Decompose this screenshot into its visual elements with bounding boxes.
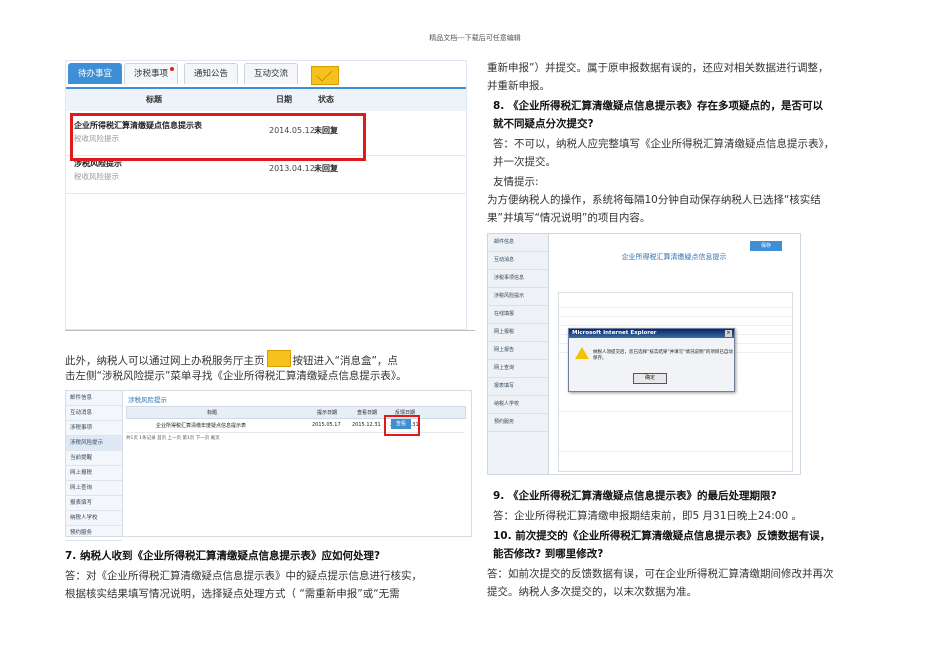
sidebar-item[interactable]: 当前提醒 — [66, 451, 122, 466]
question-8b: 就不同疑点分次提交? — [493, 118, 594, 130]
para-line: 此外，纳税人可以通过网上办税服务厅主页 按钮进入“消息盒”，点 — [65, 350, 398, 370]
mail-icon[interactable] — [311, 66, 339, 85]
col-status: 状态 — [318, 95, 334, 104]
answer-7b: 根据核实结果填写情况说明，选择疑点处理方式（ “需重新申报”或“无需 — [65, 588, 400, 600]
sidebar-item[interactable]: 网上报告 — [488, 342, 548, 360]
right-para-1: 重新申报”）并提交。属于原申报数据有误的，还应对相关数据进行调整， — [487, 62, 829, 74]
tab-notices[interactable]: 通知公告 — [184, 63, 238, 84]
question-10a: 10. 前次提交的《企业所得税汇算清缴疑点信息提示表》反馈数据有误， — [493, 530, 831, 542]
row-date: 2015.12.31 — [352, 422, 381, 428]
sidebar-item[interactable]: 纳税人学校 — [488, 396, 548, 414]
col-title: 标题 — [146, 95, 162, 104]
sidebar-item[interactable]: 涉税风险提示 — [488, 288, 548, 306]
tab-interaction[interactable]: 互动交流 — [244, 63, 298, 84]
para-2: 击左侧“涉税风险提示”菜单寻找《企业所得税汇算清缴疑点信息提示表》。 — [65, 370, 407, 382]
answer-10a: 答：如前次提交的反馈数据有误，可在企业所得税汇算清缴期间修改并再次 — [487, 568, 834, 580]
table-header: 标题 日期 状态 — [66, 87, 466, 111]
sidebar-item[interactable]: 预约服务 — [488, 414, 548, 432]
sidebar-item-active[interactable]: 涉税风险提示 — [66, 436, 122, 451]
tab-bar: 待办事宜 涉税事项 通知公告 互动交流 — [66, 61, 466, 87]
notification-dot-icon — [170, 67, 174, 71]
highlight-box — [70, 113, 366, 161]
panel-title: 涉税风险提示 — [128, 396, 167, 404]
row-sub: 税收风险提示 — [74, 172, 119, 181]
dialog-title: Microsoft Internet Explorer — [569, 329, 734, 338]
form-row — [559, 317, 792, 326]
sidebar-item[interactable]: 邮件信息 — [66, 391, 122, 406]
col-tip-date: 提示日期 — [317, 410, 338, 416]
answer-8b: 并一次提交。 — [493, 156, 556, 168]
para-1b: 按钮进入“消息盒”，点 — [292, 355, 398, 367]
page-header: 精品文档---下载后可任意编辑 — [429, 34, 521, 42]
form-screenshot: 邮件信息 互动消息 涉税事项信息 涉税风险提示 在线填报 网上报税 网上报告 网… — [487, 233, 801, 475]
alert-dialog: Microsoft Internet Explorer × 纳税人须提交后，您已… — [568, 328, 735, 392]
para-1a: 此外，纳税人可以通过网上办税服务厅主页 — [65, 355, 265, 367]
tip-line-2: 果”并填写“情况说明”的项目内容。 — [487, 212, 651, 224]
sidebar: 邮件信息 互动消息 涉税事项信息 涉税风险提示 在线填报 网上报税 网上报告 网… — [488, 234, 549, 474]
row-date: 2013.04.12 — [269, 164, 315, 173]
sidebar-item[interactable]: 涉税事项 — [66, 421, 122, 436]
form-row — [559, 308, 792, 317]
col-date: 日期 — [276, 95, 292, 104]
sidebar-item[interactable]: 互动消息 — [66, 406, 122, 421]
ok-button[interactable]: 确定 — [633, 373, 667, 384]
pager: 共1页 1条记录 首页 上一页 第1页 下一页 尾页 — [126, 436, 220, 441]
tab-tax-items-label: 涉税事项 — [133, 69, 168, 79]
row-status: 未回复 — [314, 164, 338, 173]
divider — [65, 330, 475, 331]
row-title: 企业所得税汇算清缴年度疑点信息提示表 — [156, 423, 247, 429]
sidebar-item[interactable]: 互动消息 — [488, 252, 548, 270]
answer-10b: 提交。纳税人多次提交的，以末次数据为准。 — [487, 586, 697, 598]
close-icon[interactable]: × — [725, 330, 732, 337]
sidebar-item[interactable]: 报表填写 — [488, 378, 548, 396]
sidebar-item[interactable]: 网上报税 — [66, 466, 122, 481]
col-title: 标题 — [207, 410, 218, 416]
form-row — [559, 299, 792, 308]
risk-tip-screenshot: 邮件信息 互动消息 涉税事项 涉税风险提示 当前提醒 网上报税 网上查询 报表填… — [65, 390, 472, 541]
answer-8a: 答：不可以，纳税人应完整填写《企业所得税汇算清缴疑点信息提示表》， — [493, 138, 835, 150]
sidebar-item[interactable]: 纳税人学校 — [66, 511, 122, 526]
question-8a: 8. 《企业所得税汇算清缴疑点信息提示表》存在多项疑点的，是否可以 — [493, 100, 823, 112]
highlight-box — [384, 415, 420, 436]
save-button[interactable]: 保存 — [750, 241, 782, 251]
sidebar-item[interactable]: 预约服务 — [66, 526, 122, 541]
question-9: 9. 《企业所得税汇算清缴疑点信息提示表》的最后处理期限? — [493, 490, 777, 502]
sidebar-item[interactable]: 在线填报 — [488, 306, 548, 324]
sidebar-item[interactable]: 涉税事项信息 — [488, 270, 548, 288]
sidebar-item[interactable]: 网上报税 — [488, 324, 548, 342]
question-7: 7. 纳税人收到《企业所得税汇算清缴疑点信息提示表》应如何处理? — [65, 550, 381, 562]
answer-7a: 答：对《企业所得税汇算清缴疑点信息提示表》中的疑点提示信息进行核实， — [65, 570, 422, 582]
mail-icon — [266, 350, 291, 367]
dialog-message: 纳税人须提交后，您已选择“核实结果”并填写“情况说明”的项目已自动保存。 — [593, 350, 733, 361]
sidebar-item[interactable]: 邮件信息 — [488, 234, 548, 252]
sidebar-item[interactable]: 报表填写 — [66, 496, 122, 511]
tip-line-1: 为方便纳税人的操作，系统将每隔10分钟自动保存纳税人已选择“核实结 — [487, 194, 821, 206]
question-10b: 能否修改? 到哪里修改? — [493, 548, 604, 560]
sidebar-item[interactable]: 网上查询 — [66, 481, 122, 496]
tab-todo[interactable]: 待办事宜 — [68, 63, 122, 84]
message-panel-screenshot: 待办事宜 涉税事项 通知公告 互动交流 标题 日期 状态 企业所得税汇算清缴疑点… — [65, 60, 467, 330]
form-title: 企业所得税汇算清缴疑点信息提示 — [621, 253, 727, 261]
sidebar-item[interactable]: 网上查询 — [488, 360, 548, 378]
row-date: 2015.05.17 — [312, 422, 341, 428]
right-para-2: 并重新申报。 — [487, 80, 550, 92]
col-view-date: 查看日期 — [357, 410, 378, 416]
form-row — [559, 443, 792, 452]
warning-icon — [575, 347, 589, 359]
tip-heading: 友情提示: — [493, 176, 539, 188]
sidebar: 邮件信息 互动消息 涉税事项 涉税风险提示 当前提醒 网上报税 网上查询 报表填… — [66, 391, 123, 541]
tab-tax-items[interactable]: 涉税事项 — [124, 63, 178, 84]
form-row — [559, 403, 792, 412]
answer-9: 答：企业所得税汇算清缴申报期结束前，即5 月31日晚上24:00 。 — [493, 510, 802, 522]
